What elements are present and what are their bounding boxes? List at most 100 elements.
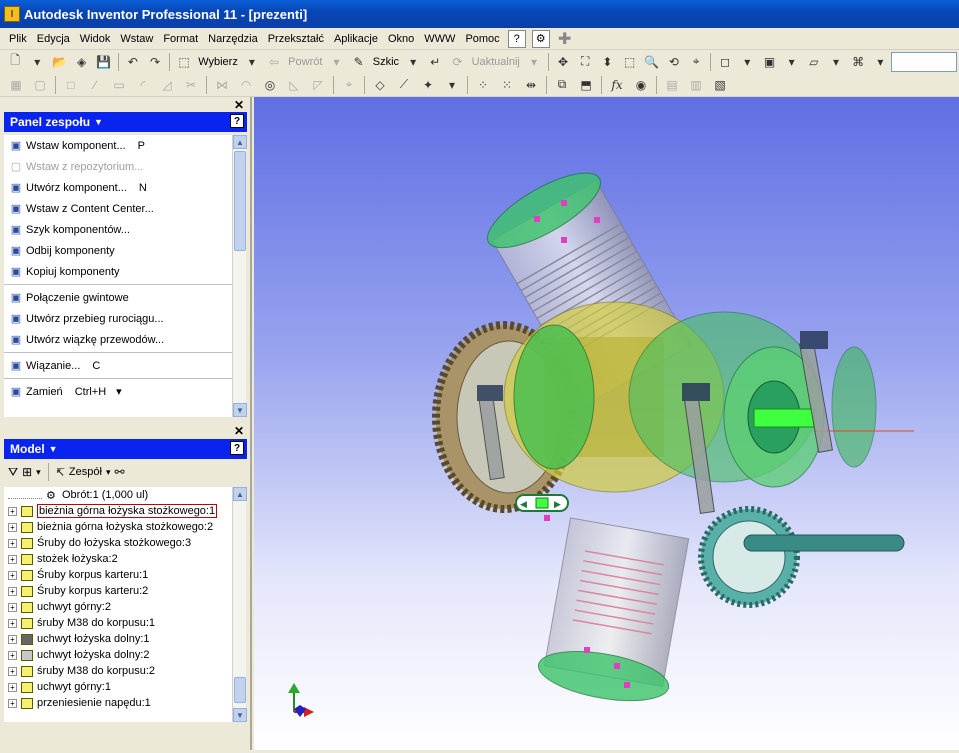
expand-icon[interactable]: + <box>8 682 17 692</box>
scroll-up-icon[interactable]: ▲ <box>233 135 247 149</box>
expand-icon[interactable]: + <box>8 650 17 660</box>
tree-item[interactable]: + Śruby korpus karteru:2 <box>4 583 232 599</box>
expand-icon[interactable]: + <box>8 554 17 564</box>
redo-icon[interactable]: ↷ <box>146 52 164 72</box>
menu-plik[interactable]: Plik <box>4 29 32 49</box>
chevron-down-icon[interactable]: ▼ <box>49 444 58 454</box>
model-tree-scrollbar[interactable]: ▲ ▼ <box>232 487 247 722</box>
assembly-mode-button[interactable]: Zespół <box>69 466 102 478</box>
help-icon[interactable]: ? <box>230 441 244 455</box>
dropdown-arrow-icon[interactable]: ▾ <box>827 52 845 72</box>
sketch-button[interactable]: Szkic <box>370 56 402 68</box>
new-file-icon[interactable]: 🗋 <box>6 52 24 72</box>
menu-edycja[interactable]: Edycja <box>32 29 75 49</box>
close-icon[interactable]: ✕ <box>234 424 244 438</box>
scroll-up-icon[interactable]: ▲ <box>233 487 247 501</box>
work-axis-icon[interactable]: ⟋ <box>394 75 414 95</box>
dropdown-arrow-icon[interactable]: ▾ <box>738 52 756 72</box>
tree-item[interactable]: + przeniesienie napędu:1 <box>4 695 232 711</box>
assembly-panel-scrollbar[interactable]: ▲ ▼ <box>232 135 247 417</box>
work-plane-icon[interactable]: ◇ <box>370 75 390 95</box>
rotate-icon[interactable]: ⟲ <box>665 52 683 72</box>
close-icon[interactable]: ✕ <box>234 98 244 112</box>
panel-item-replace[interactable]: ▣ Zamień Ctrl+H ▾ <box>4 381 232 402</box>
panel-item-content-center[interactable]: ▣ Wstaw z Content Center... <box>4 198 232 219</box>
scroll-down-icon[interactable]: ▼ <box>233 403 247 417</box>
menu-www[interactable]: WWW <box>419 29 460 49</box>
tree-item[interactable]: + śruby M38 do korpusu:2 <box>4 663 232 679</box>
tree-item[interactable]: + uchwyt łożyska dolny:2 <box>4 647 232 663</box>
hierarchy-icon[interactable]: ⊞ <box>22 465 32 479</box>
dropdown-arrow-icon[interactable]: ▾ <box>36 467 41 478</box>
panel-item-create-component[interactable]: ▣ Utwórz komponent... N <box>4 177 232 198</box>
assembly-panel-header[interactable]: Panel zespołu ▼ ? <box>4 112 247 132</box>
menu-narzedzia[interactable]: Narzędzia <box>203 29 263 49</box>
expand-icon[interactable]: + <box>8 618 17 628</box>
tree-item[interactable]: + Śruby korpus karteru:1 <box>4 567 232 583</box>
dropdown-arrow-icon[interactable]: ▾ <box>404 52 422 72</box>
tree-item[interactable]: + Śruby do łożyska stożkowego:3 <box>4 535 232 551</box>
color-style-icon[interactable]: ◉ <box>631 75 651 95</box>
drag-handle-manipulator[interactable]: ◀ ▶ <box>515 494 569 512</box>
panel-item-copy[interactable]: ▣ Kopiuj komponenty <box>4 261 232 282</box>
tree-item[interactable]: + uchwyt górny:1 <box>4 679 232 695</box>
dropdown-arrow-icon[interactable]: ▾ <box>106 467 111 478</box>
open-icon[interactable]: 📂 <box>50 52 68 72</box>
shaded-display-icon[interactable]: ▣ <box>760 52 778 72</box>
expand-icon[interactable]: + <box>8 538 17 548</box>
select-button[interactable]: Wybierz <box>195 56 241 68</box>
end-section-icon[interactable]: ▧ <box>710 75 730 95</box>
panel-item-harness[interactable]: ▣ Utwórz wiązkę przewodów... <box>4 329 232 350</box>
menu-wstaw[interactable]: Wstaw <box>115 29 158 49</box>
binoculars-icon[interactable]: ⚯ <box>114 465 124 479</box>
sketch-icon[interactable]: ✎ <box>350 52 368 72</box>
toolbar-input-field[interactable] <box>891 51 958 72</box>
select-icon[interactable]: ⬚ <box>175 52 193 72</box>
project-icon[interactable]: ◈ <box>73 52 91 72</box>
model-panel-header[interactable]: Model ▼ ? <box>4 439 247 459</box>
expand-icon[interactable]: + <box>8 602 17 612</box>
chevron-down-icon[interactable]: ▼ <box>94 117 103 127</box>
menu-pomoc[interactable]: Pomoc <box>460 29 504 49</box>
tree-item[interactable]: + śruby M38 do korpusu:1 <box>4 615 232 631</box>
mirror-feature-icon[interactable]: ⇹ <box>521 75 541 95</box>
panel-item-pattern[interactable]: ▣ Szyk komponentów... <box>4 219 232 240</box>
panel-item-mirror[interactable]: ▣ Odbij komponenty <box>4 240 232 261</box>
ground-shadow-icon[interactable]: ▱ <box>805 52 823 72</box>
filter-icon[interactable]: ⛛ <box>8 465 18 480</box>
menu-okno[interactable]: Okno <box>383 29 419 49</box>
analysis-icon[interactable]: ⌘ <box>849 52 867 72</box>
promote-icon[interactable]: ⬒ <box>576 75 596 95</box>
connect-icon[interactable]: ⚙ <box>531 29 550 48</box>
tree-item[interactable]: + uchwyt łożyska dolny:1 <box>4 631 232 647</box>
dropdown-arrow-icon[interactable]: ▾ <box>783 52 801 72</box>
tree-item-rotation[interactable]: ⚙ Obrót:1 (1,000 ul) <box>4 487 232 503</box>
derived-icon[interactable]: ⧉ <box>552 75 572 95</box>
zoom-all-icon[interactable]: ⛶ <box>576 52 594 72</box>
circular-pattern-icon[interactable]: ⁙ <box>497 75 517 95</box>
hole-icon[interactable]: ◎ <box>260 75 280 95</box>
assembly-3d-model[interactable]: ◀ ▶ <box>254 97 959 750</box>
pan-icon[interactable]: ✥ <box>554 52 572 72</box>
panel-item-insert-component[interactable]: ▣ Wstaw komponent... P <box>4 135 232 156</box>
assembly-mode-icon[interactable]: ↸ <box>56 466 65 479</box>
expand-icon[interactable]: + <box>8 698 17 708</box>
scroll-down-icon[interactable]: ▼ <box>233 708 247 722</box>
panel-item-constraint[interactable]: ▣ Wiązanie... C <box>4 355 232 376</box>
scroll-thumb[interactable] <box>234 677 246 703</box>
zoom-window-icon[interactable]: ⬚ <box>620 52 638 72</box>
menu-przeksztalc[interactable]: Przekształć <box>263 29 329 49</box>
undo-icon[interactable]: ↶ <box>124 52 142 72</box>
dropdown-arrow-icon[interactable]: ▾ <box>116 385 122 398</box>
tree-item[interactable]: + bieżnia górna łożyska stożkowego:2 <box>4 519 232 535</box>
menu-aplikacje[interactable]: Aplikacje <box>329 29 383 49</box>
expand-icon[interactable]: + <box>8 522 17 532</box>
dropdown-arrow-icon[interactable]: ▾ <box>243 52 261 72</box>
menu-format[interactable]: Format <box>158 29 203 49</box>
display-mode-icon[interactable]: ◻ <box>716 52 734 72</box>
expand-icon[interactable]: + <box>8 586 17 596</box>
parameters-fx-icon[interactable]: fx <box>607 75 627 95</box>
look-at-icon[interactable]: ⌖ <box>687 52 705 72</box>
panel-item-bolted-connection[interactable]: ▣ Połączenie gwintowe <box>4 287 232 308</box>
dropdown-arrow-icon[interactable]: ▾ <box>28 52 46 72</box>
